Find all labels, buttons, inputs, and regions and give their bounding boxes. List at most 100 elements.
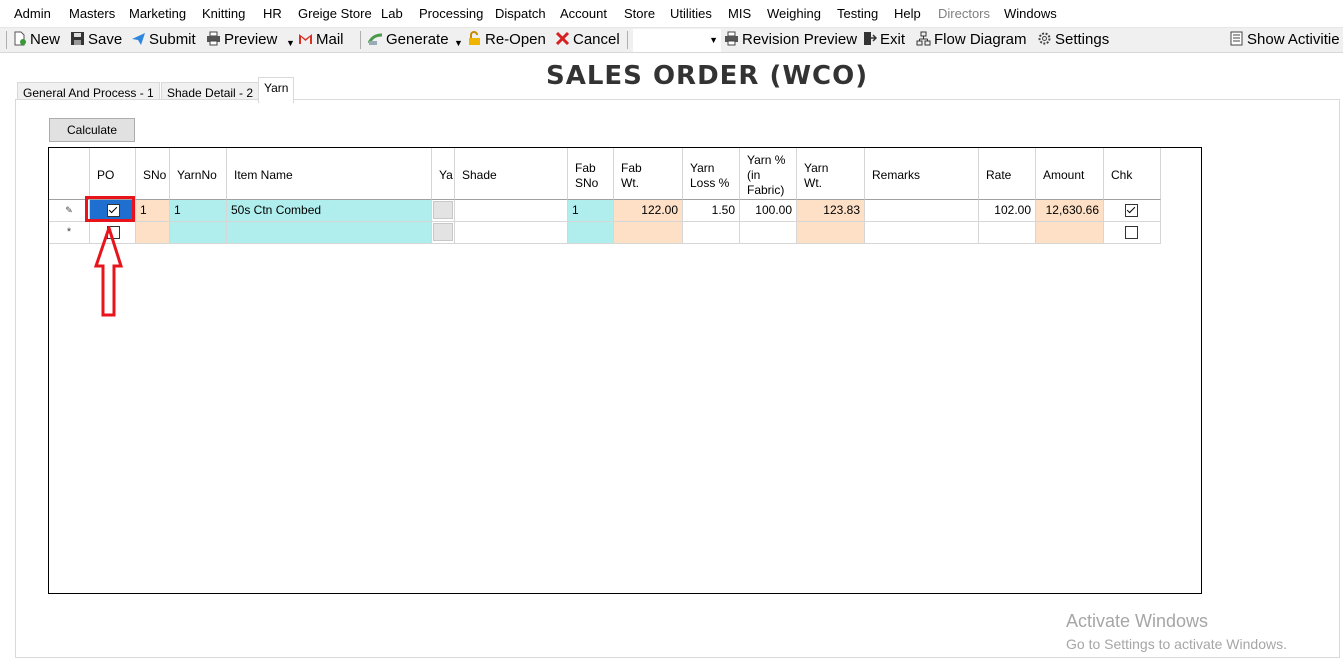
yarn-loss-cell[interactable]: 1.50 (683, 200, 740, 222)
column-header-sno[interactable]: SNo (136, 148, 170, 200)
column-header-po[interactable]: PO (90, 148, 136, 200)
preview-button[interactable]: Preview (206, 31, 277, 51)
column-header-item-name[interactable]: Item Name (227, 148, 432, 200)
yarnno-cell-new[interactable] (170, 222, 227, 244)
menu-help[interactable]: Help (894, 6, 921, 21)
column-header-yarnno[interactable]: YarnNo (170, 148, 227, 200)
menu-greige-store[interactable]: Greige Store (298, 6, 372, 21)
flow-diagram-button[interactable]: Flow Diagram (916, 31, 1027, 51)
remarks-cell[interactable] (865, 200, 979, 222)
new-document-icon (14, 31, 26, 46)
fab-wt-cell[interactable]: 122.00 (614, 200, 683, 222)
menu-utilities[interactable]: Utilities (670, 6, 712, 21)
save-button[interactable]: Save (70, 31, 122, 51)
column-header-fab-sno[interactable]: Fab SNo (568, 148, 614, 200)
column-header-yarn-loss[interactable]: Yarn Loss % (683, 148, 740, 200)
remarks-cell-new[interactable] (865, 222, 979, 244)
submit-label: Submit (149, 31, 196, 48)
ya-lookup-button[interactable] (433, 201, 453, 219)
mail-button[interactable]: Mail (298, 31, 344, 51)
menu-store[interactable]: Store (624, 6, 655, 21)
show-activities-button[interactable]: Show Activitie (1229, 31, 1340, 51)
sno-cell-new[interactable] (136, 222, 170, 244)
rate-cell[interactable]: 102.00 (979, 200, 1036, 222)
flow-diagram-label: Flow Diagram (934, 31, 1027, 48)
column-header-ya[interactable]: Ya (432, 148, 455, 200)
column-header-yarn-wt-label: Yarn Wt. (804, 160, 829, 190)
calculate-button[interactable]: Calculate (49, 118, 135, 142)
amount-cell[interactable]: 12,630.66 (1036, 200, 1104, 222)
revision-preview-button[interactable]: Revision Preview (724, 31, 857, 51)
menu-weighing[interactable]: Weighing (767, 6, 821, 21)
mail-dropdown-arrow-icon[interactable]: ▼ (286, 34, 295, 54)
tab-yarn[interactable]: Yarn (258, 77, 295, 103)
new-button[interactable]: New (12, 31, 60, 51)
page-title: SALES ORDER (WCO) (546, 61, 869, 91)
menu-lab[interactable]: Lab (381, 6, 403, 21)
menu-hr[interactable]: HR (263, 6, 282, 21)
column-header-chk[interactable]: Chk (1104, 148, 1161, 200)
item-name-cell[interactable]: 50s Ctn Combed (227, 200, 432, 222)
menu-processing[interactable]: Processing (419, 6, 483, 21)
column-header-fab-wt[interactable]: Fab Wt. (614, 148, 683, 200)
column-header-ya-label: Ya (439, 168, 453, 182)
gear-icon (1038, 32, 1051, 45)
yarn-pct-cell-new[interactable] (740, 222, 797, 244)
menu-mis[interactable]: MIS (728, 6, 751, 21)
yarn-grid: PO SNo YarnNo Item Name Ya Shade Fab SNo… (48, 147, 1202, 594)
column-header-remarks[interactable]: Remarks (865, 148, 979, 200)
chk-checkbox[interactable] (1125, 204, 1138, 217)
column-header-amount[interactable]: Amount (1036, 148, 1104, 200)
reopen-button[interactable]: Re-Open (467, 31, 546, 51)
exit-button[interactable]: Exit (862, 31, 905, 51)
new-row-asterisk-icon[interactable]: * (49, 222, 90, 244)
column-header-yarn-pct[interactable]: Yarn % (in Fabric) (740, 148, 797, 200)
generate-button[interactable]: Generate (368, 31, 449, 51)
activities-list-icon (1230, 31, 1243, 46)
menu-marketing[interactable]: Marketing (129, 6, 186, 21)
yarn-pct-cell[interactable]: 100.00 (740, 200, 797, 222)
fab-sno-cell-new[interactable] (568, 222, 614, 244)
toolbar-combo-select[interactable]: ▼ (633, 29, 721, 52)
item-name-cell-new[interactable] (227, 222, 432, 244)
settings-button[interactable]: Settings (1037, 31, 1109, 51)
menu-windows[interactable]: Windows (1004, 6, 1057, 21)
column-header-rate[interactable]: Rate (979, 148, 1036, 200)
menu-knitting[interactable]: Knitting (202, 6, 245, 21)
chk-cell-new[interactable] (1104, 222, 1161, 244)
menu-testing[interactable]: Testing (837, 6, 878, 21)
ya-lookup-button-new[interactable] (433, 223, 453, 241)
ya-cell-new[interactable] (432, 222, 455, 244)
yarn-wt-cell-new[interactable] (797, 222, 865, 244)
printer-icon (207, 31, 220, 46)
yarnno-cell[interactable]: 1 (170, 200, 227, 222)
cancel-button[interactable]: Cancel (555, 31, 620, 51)
ya-cell[interactable] (432, 200, 455, 222)
amount-cell-new[interactable] (1036, 222, 1104, 244)
sno-cell[interactable]: 1 (136, 200, 170, 222)
shade-cell-new[interactable] (455, 222, 568, 244)
column-header-fab-wt-label: Fab Wt. (621, 160, 642, 190)
toolbar-separator (360, 31, 361, 49)
generate-dropdown-arrow-icon[interactable]: ▼ (454, 34, 463, 54)
shade-cell[interactable] (455, 200, 568, 222)
fab-wt-cell-new[interactable] (614, 222, 683, 244)
fab-sno-cell[interactable]: 1 (568, 200, 614, 222)
column-header-shade[interactable]: Shade (455, 148, 568, 200)
yarn-loss-cell-new[interactable] (683, 222, 740, 244)
chk-checkbox-new[interactable] (1125, 226, 1138, 239)
yarn-wt-cell[interactable]: 123.83 (797, 200, 865, 222)
menu-account[interactable]: Account (560, 6, 607, 21)
chk-cell[interactable] (1104, 200, 1161, 222)
menu-admin[interactable]: Admin (14, 6, 51, 21)
annotation-highlight-box (85, 196, 135, 222)
column-header-yarn-wt[interactable]: Yarn Wt. (797, 148, 865, 200)
menu-dispatch[interactable]: Dispatch (495, 6, 546, 21)
generate-icon (368, 33, 383, 45)
menu-masters[interactable]: Masters (69, 6, 115, 21)
rate-cell-new[interactable] (979, 222, 1036, 244)
menu-directors[interactable]: Directors (938, 6, 990, 21)
save-label: Save (88, 31, 123, 48)
submit-button[interactable]: Submit (131, 31, 196, 51)
row-edit-pencil-icon[interactable]: ✎ (49, 200, 90, 222)
